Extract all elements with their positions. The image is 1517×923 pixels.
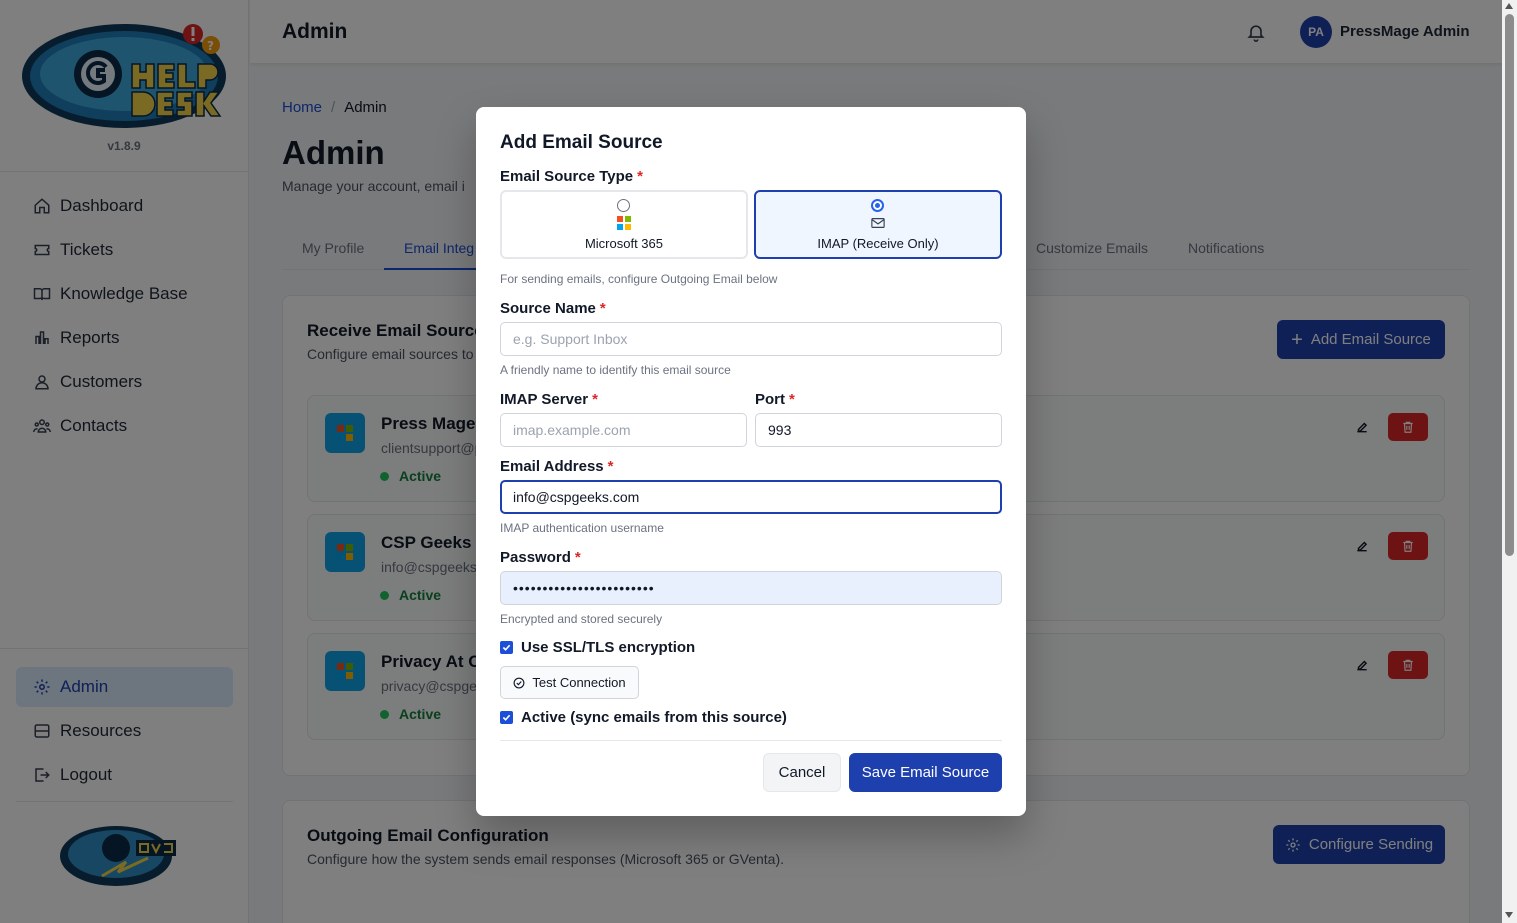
password-label-text: Password (500, 549, 571, 566)
add-email-source-modal: Add Email Source Email Source Type * Micr… (476, 107, 1026, 816)
type-option-imap[interactable]: IMAP (Receive Only) (754, 190, 1002, 259)
email-address-input[interactable]: info@cspgeeks.com (500, 480, 1002, 514)
source-type-label: Email Source Type * (500, 168, 643, 185)
imap-server-label: IMAP Server * (500, 391, 598, 408)
required-mark: * (789, 391, 795, 408)
password-help: Encrypted and stored securely (500, 612, 663, 626)
active-checkbox-label[interactable]: Active (sync emails from this source) (521, 709, 787, 726)
port-label-text: Port (755, 391, 785, 408)
source-name-input[interactable]: e.g. Support Inbox (500, 322, 1002, 356)
type-option-label: Microsoft 365 (584, 236, 664, 251)
test-connection-label: Test Connection (532, 675, 626, 690)
test-connection-button[interactable]: Test Connection (500, 666, 639, 699)
source-name-label: Source Name * (500, 300, 606, 317)
password-label: Password * (500, 549, 581, 566)
check-circle-icon (513, 677, 525, 688)
source-type-help: For sending emails, configure Outgoing E… (500, 272, 778, 286)
radio-imap[interactable] (871, 199, 884, 212)
modal-title: Add Email Source (500, 132, 663, 153)
required-mark: * (637, 168, 643, 185)
email-address-label: Email Address * (500, 458, 614, 475)
email-address-help: IMAP authentication username (500, 521, 664, 535)
password-input[interactable]: •••••••••••••••••••••••• (500, 571, 1002, 605)
modal-footer-divider (500, 740, 1002, 741)
imap-server-input[interactable]: imap.example.com (500, 413, 747, 447)
type-option-label: IMAP (Receive Only) (817, 236, 939, 251)
check-icon (502, 644, 511, 651)
microsoft-icon (617, 216, 631, 230)
scroll-up-arrow-icon[interactable] (1505, 3, 1513, 9)
required-mark: * (574, 549, 581, 566)
cancel-button[interactable]: Cancel (763, 753, 841, 792)
scrollbar-thumb[interactable] (1505, 14, 1514, 556)
radio-microsoft-365[interactable] (617, 199, 630, 212)
email-address-label-text: Email Address (500, 458, 604, 475)
mail-icon (871, 218, 885, 228)
page-scrollbar[interactable] (1502, 0, 1517, 923)
required-mark: * (607, 458, 614, 475)
save-email-source-button[interactable]: Save Email Source (849, 753, 1002, 792)
source-name-help: A friendly name to identify this email s… (500, 363, 731, 377)
required-mark: * (592, 391, 598, 408)
source-type-label-text: Email Source Type (500, 168, 634, 185)
type-option-microsoft-365[interactable]: Microsoft 365 (500, 190, 748, 259)
check-icon (502, 714, 511, 721)
required-mark: * (599, 300, 606, 317)
ssl-checkbox-label[interactable]: Use SSL/TLS encryption (521, 639, 695, 656)
ssl-checkbox[interactable] (500, 641, 513, 654)
scroll-down-arrow-icon[interactable] (1505, 912, 1513, 918)
port-label: Port * (755, 391, 795, 408)
port-input[interactable]: 993 (755, 413, 1002, 447)
source-name-label-text: Source Name (500, 300, 596, 317)
imap-server-label-text: IMAP Server (500, 391, 589, 408)
active-checkbox[interactable] (500, 711, 513, 724)
